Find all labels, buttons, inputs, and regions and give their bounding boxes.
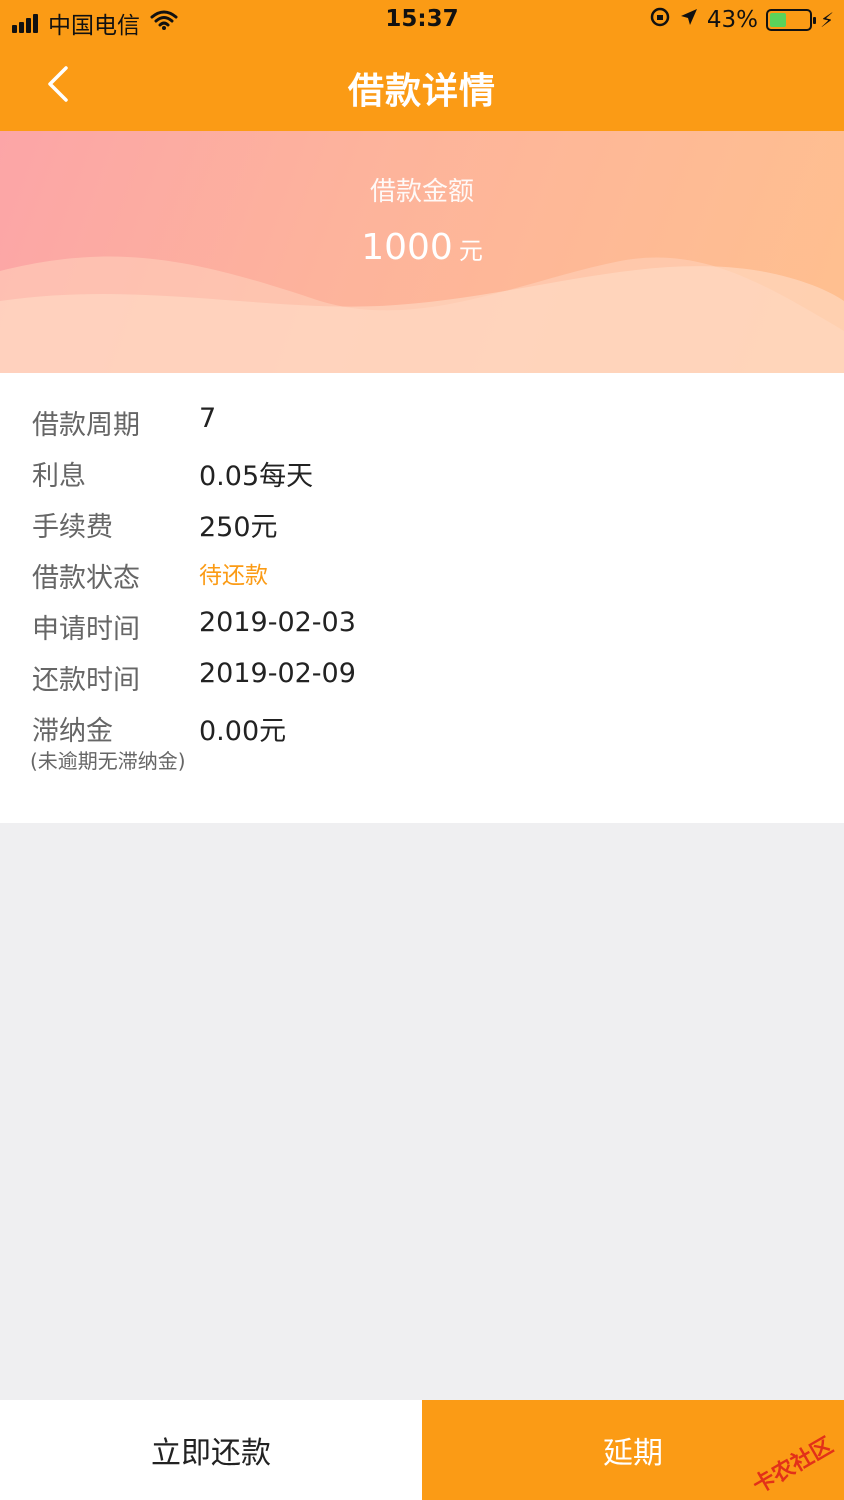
charging-icon: ⚡ bbox=[819, 8, 834, 32]
loan-details: 借款周期 7 利息 0.05每天 手续费 250元 借款状态 待还款 申请时间 … bbox=[0, 373, 844, 823]
detail-value: 0.05每天 bbox=[199, 461, 314, 492]
detail-row-fee: 手续费 250元 bbox=[0, 505, 844, 545]
orientation-lock-icon bbox=[649, 6, 671, 34]
location-icon bbox=[679, 7, 699, 33]
detail-key: 手续费 bbox=[32, 512, 113, 543]
battery-percent: 43% bbox=[706, 7, 758, 33]
amount-value: 1000 元 bbox=[0, 227, 844, 268]
amount-number: 1000 bbox=[361, 227, 453, 268]
detail-value: 7 bbox=[199, 403, 217, 434]
detail-row-late-fee: 滞纳金 0.00元 bbox=[0, 709, 844, 749]
battery-icon bbox=[765, 9, 816, 31]
battery-fill bbox=[769, 13, 786, 27]
amount-label: 借款金额 bbox=[369, 177, 474, 207]
page-title: 借款详情 bbox=[347, 71, 496, 112]
repay-now-button[interactable]: 立即还款 bbox=[0, 1400, 422, 1500]
detail-value: 0.00元 bbox=[199, 716, 287, 747]
detail-value: 2019-02-09 bbox=[199, 658, 356, 689]
detail-key: 滞纳金 bbox=[32, 716, 113, 747]
detail-key: 借款状态 bbox=[32, 563, 140, 594]
bottom-actions: 立即还款 延期 卡农社区 bbox=[0, 1400, 844, 1500]
status-badge: 待还款 bbox=[199, 563, 268, 589]
detail-key: 还款时间 bbox=[32, 665, 140, 696]
detail-value: 2019-02-03 bbox=[199, 607, 356, 638]
status-bar: 中国电信 15:37 43% ⚡ bbox=[0, 0, 844, 42]
detail-row-interest: 利息 0.05每天 bbox=[0, 454, 844, 494]
detail-row-period: 借款周期 7 bbox=[0, 403, 844, 443]
detail-value: 250元 bbox=[199, 512, 278, 543]
nav-bar: 借款详情 bbox=[0, 42, 844, 131]
status-right: 43% ⚡ bbox=[641, 6, 834, 34]
top-bar: 中国电信 15:37 43% ⚡ 借款详情 bbox=[0, 0, 844, 131]
detail-key: 申请时间 bbox=[32, 614, 140, 645]
detail-row-repay-time: 还款时间 2019-02-09 bbox=[0, 658, 844, 698]
detail-key: 利息 bbox=[32, 461, 86, 492]
loan-amount-card: 借款金额 1000 元 bbox=[0, 131, 844, 373]
detail-key: 借款周期 bbox=[32, 410, 140, 441]
amount-unit: 元 bbox=[458, 237, 483, 265]
detail-row-status: 借款状态 待还款 bbox=[0, 556, 844, 596]
late-fee-note: (未逾期无滞纳金) bbox=[30, 749, 186, 773]
detail-row-apply-time: 申请时间 2019-02-03 bbox=[0, 607, 844, 647]
